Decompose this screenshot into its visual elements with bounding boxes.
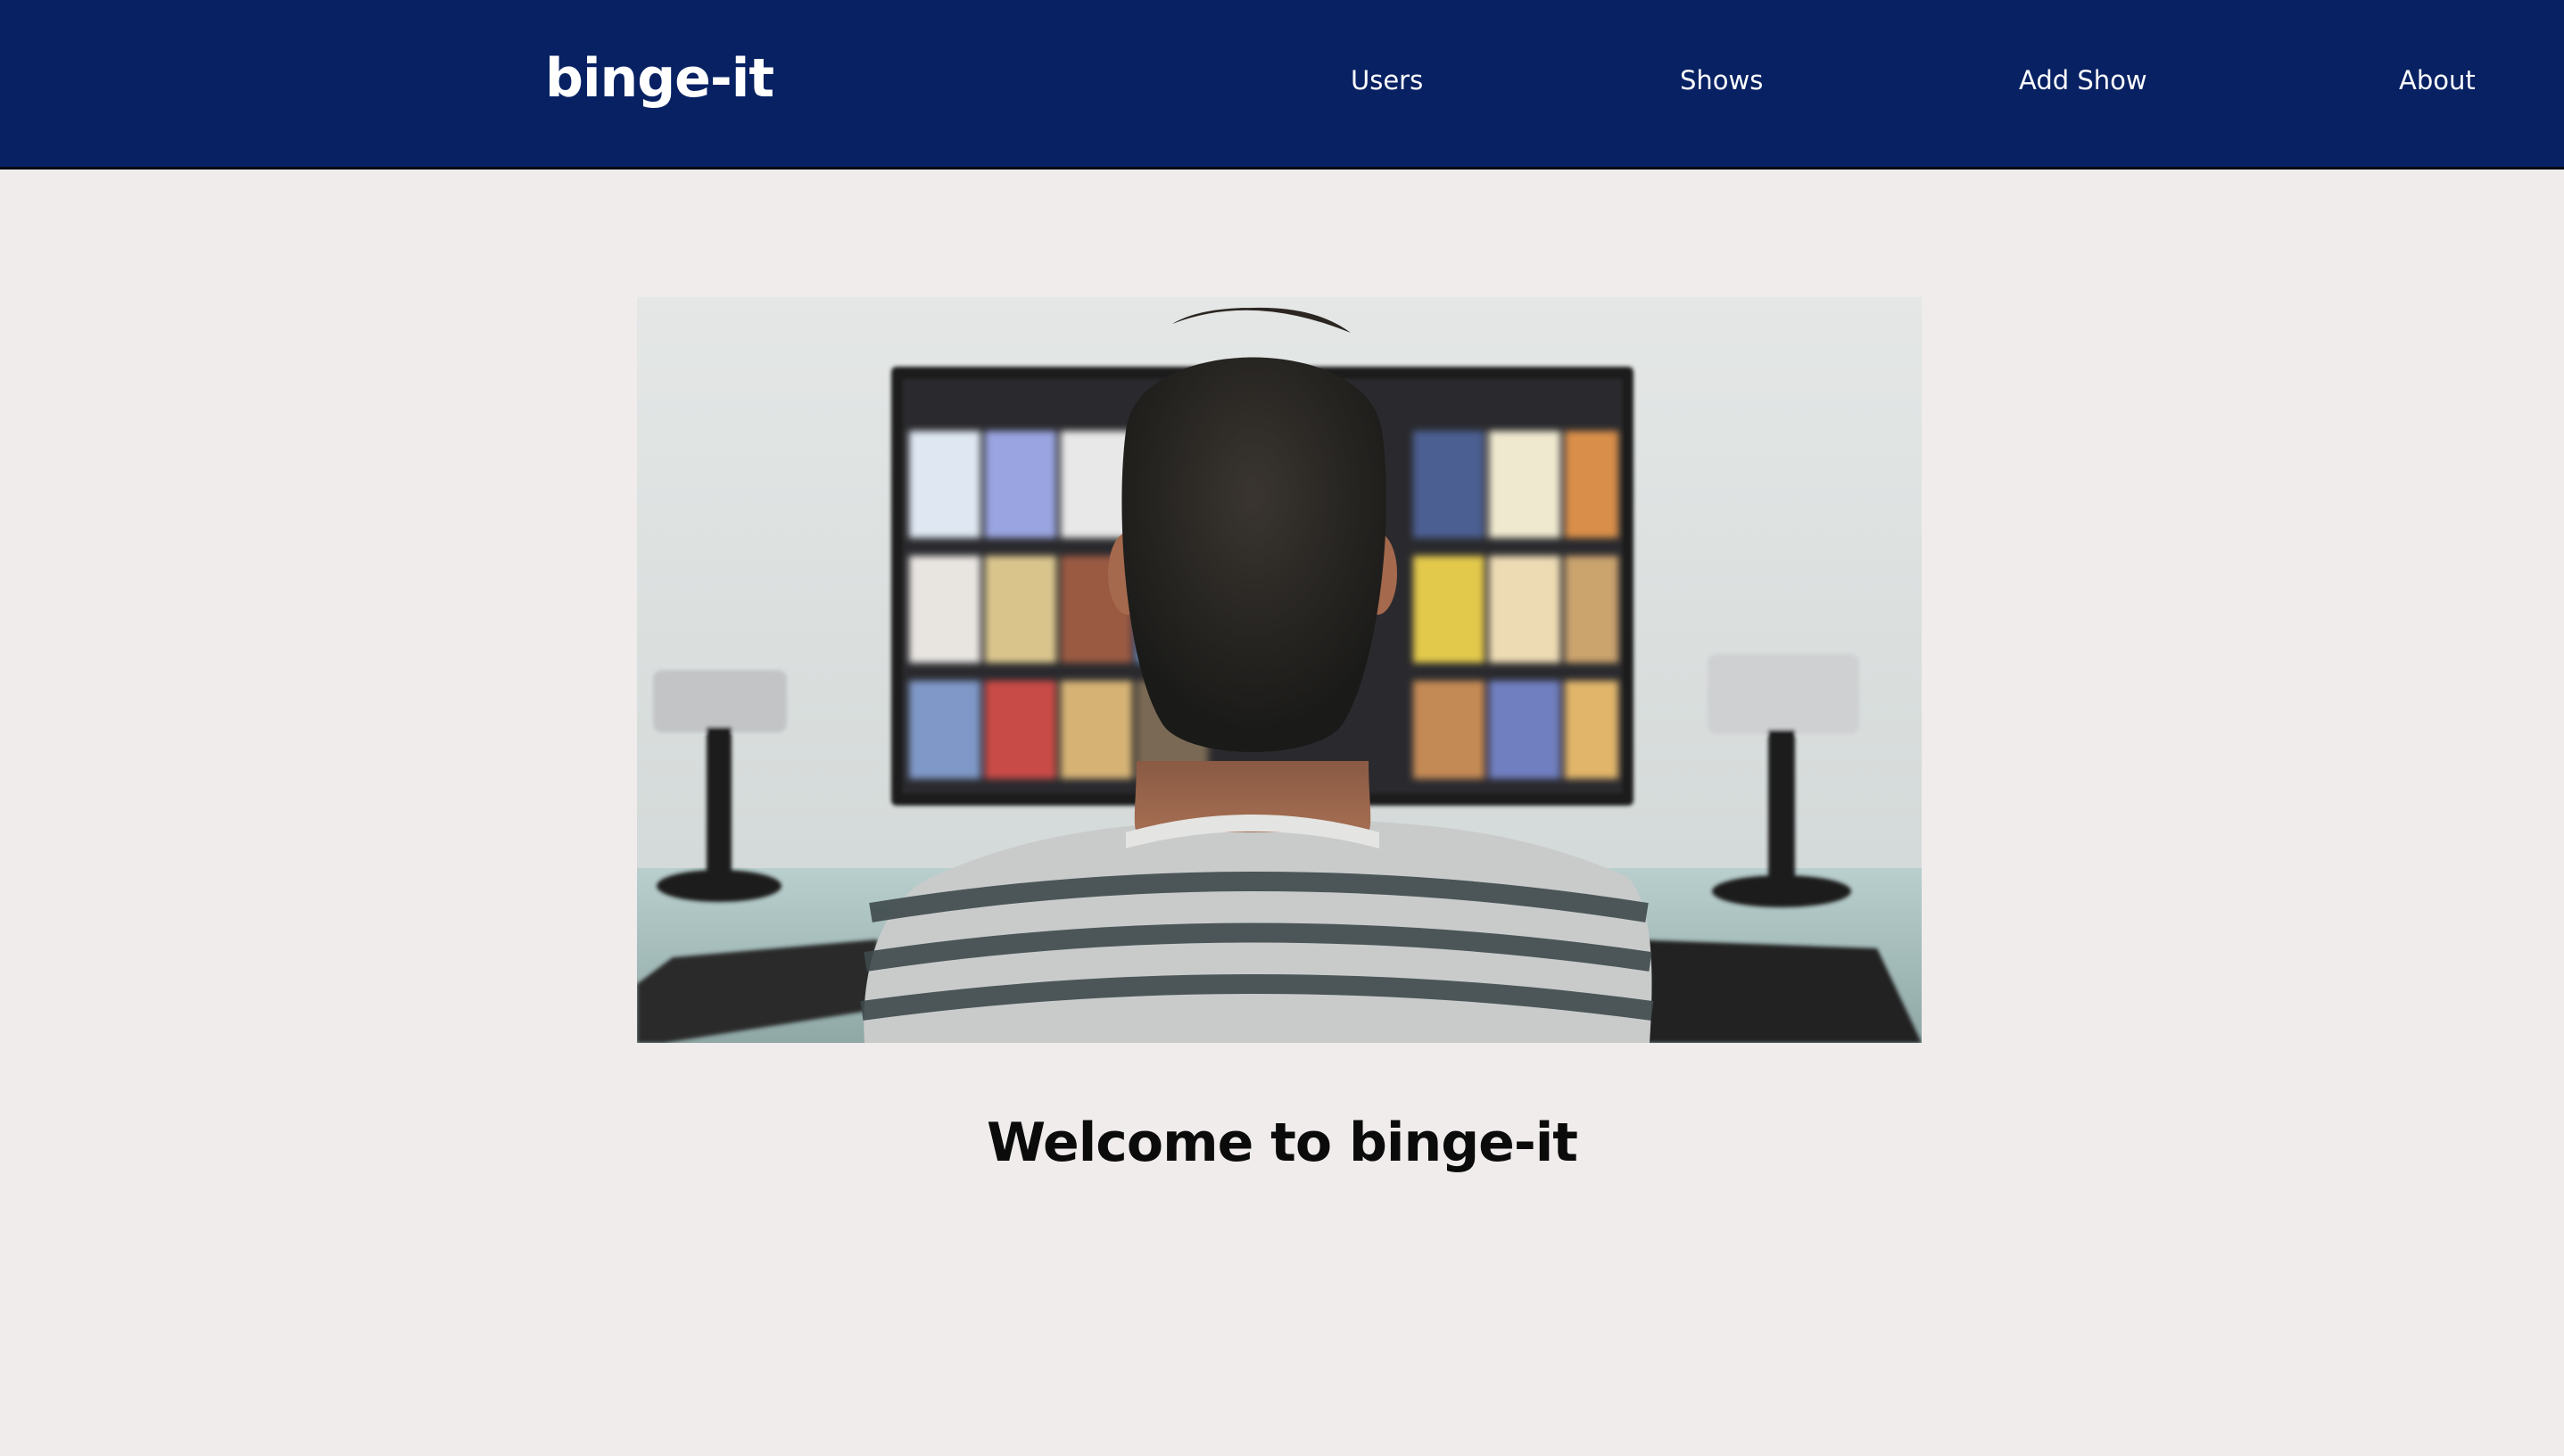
nav-link-add-show[interactable]: Add Show [2019, 62, 2147, 98]
brand-logo-link[interactable]: binge-it [545, 43, 774, 114]
nav-link-about[interactable]: About [2399, 62, 2476, 98]
page-title: Welcome to binge-it [986, 1112, 1578, 1174]
hero-image [637, 297, 1922, 1043]
person-watching-tv-illustration [637, 297, 1922, 1043]
nav-link-shows[interactable]: Shows [1680, 62, 1763, 98]
nav-link-users[interactable]: Users [1351, 62, 1423, 98]
top-navbar: binge-it Users Shows Add Show About [0, 0, 2564, 170]
